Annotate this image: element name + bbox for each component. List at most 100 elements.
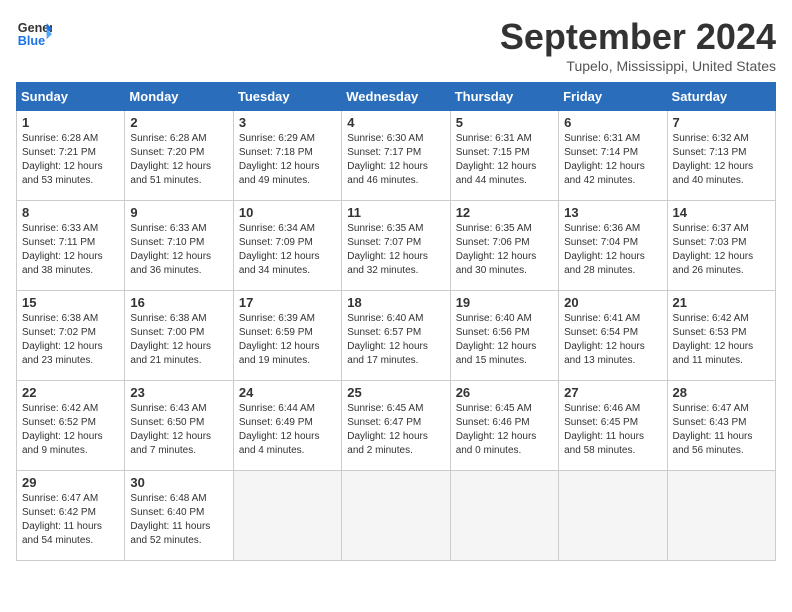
cell-info-line: Daylight: 11 hours: [673, 430, 770, 444]
cell-info-line: Sunset: 6:54 PM: [564, 326, 661, 340]
svg-text:Blue: Blue: [18, 34, 45, 48]
cell-info-line: Sunset: 7:13 PM: [673, 146, 770, 160]
cell-info-line: and 23 minutes.: [22, 354, 119, 368]
cell-info-line: Sunrise: 6:40 AM: [347, 312, 444, 326]
cell-info-line: Sunset: 7:06 PM: [456, 236, 553, 250]
cell-info-line: Daylight: 12 hours: [564, 250, 661, 264]
cell-info-line: Sunrise: 6:41 AM: [564, 312, 661, 326]
day-number: 20: [564, 295, 661, 310]
calendar-cell: 9Sunrise: 6:33 AMSunset: 7:10 PMDaylight…: [125, 201, 233, 291]
title-area: September 2024 Tupelo, Mississippi, Unit…: [500, 16, 776, 74]
cell-info-line: Sunrise: 6:42 AM: [22, 402, 119, 416]
cell-info-line: Sunrise: 6:34 AM: [239, 222, 336, 236]
cell-info-line: Daylight: 12 hours: [456, 250, 553, 264]
cell-info-line: and 0 minutes.: [456, 444, 553, 458]
day-of-week-header: Thursday: [450, 83, 558, 111]
cell-info-line: Daylight: 12 hours: [564, 160, 661, 174]
day-number: 26: [456, 385, 553, 400]
cell-info-line: Sunset: 6:53 PM: [673, 326, 770, 340]
cell-info-line: Daylight: 12 hours: [456, 430, 553, 444]
cell-info-line: Sunrise: 6:33 AM: [130, 222, 227, 236]
day-number: 9: [130, 205, 227, 220]
cell-info-line: Sunset: 6:59 PM: [239, 326, 336, 340]
cell-info-line: Sunset: 7:14 PM: [564, 146, 661, 160]
calendar-cell: 14Sunrise: 6:37 AMSunset: 7:03 PMDayligh…: [667, 201, 775, 291]
cell-info-line: Daylight: 11 hours: [130, 520, 227, 534]
cell-info-line: Sunrise: 6:38 AM: [22, 312, 119, 326]
cell-info-line: Sunrise: 6:33 AM: [22, 222, 119, 236]
calendar-cell: 17Sunrise: 6:39 AMSunset: 6:59 PMDayligh…: [233, 291, 341, 381]
cell-info-line: Daylight: 11 hours: [564, 430, 661, 444]
day-number: 18: [347, 295, 444, 310]
day-of-week-header: Monday: [125, 83, 233, 111]
calendar-week-row: 29Sunrise: 6:47 AMSunset: 6:42 PMDayligh…: [17, 471, 776, 561]
cell-info-line: and 19 minutes.: [239, 354, 336, 368]
cell-info-line: Daylight: 12 hours: [347, 250, 444, 264]
cell-info-line: Daylight: 12 hours: [347, 340, 444, 354]
calendar-cell: 4Sunrise: 6:30 AMSunset: 7:17 PMDaylight…: [342, 111, 450, 201]
day-number: 2: [130, 115, 227, 130]
cell-info-line: Sunrise: 6:30 AM: [347, 132, 444, 146]
cell-info-line: and 17 minutes.: [347, 354, 444, 368]
calendar-cell: 12Sunrise: 6:35 AMSunset: 7:06 PMDayligh…: [450, 201, 558, 291]
cell-info-line: Daylight: 12 hours: [673, 160, 770, 174]
cell-info-line: Sunset: 7:03 PM: [673, 236, 770, 250]
calendar-cell: 7Sunrise: 6:32 AMSunset: 7:13 PMDaylight…: [667, 111, 775, 201]
cell-info-line: and 13 minutes.: [564, 354, 661, 368]
cell-info-line: and 34 minutes.: [239, 264, 336, 278]
day-number: 14: [673, 205, 770, 220]
cell-info-line: Sunrise: 6:35 AM: [347, 222, 444, 236]
calendar-cell: [559, 471, 667, 561]
cell-info-line: and 9 minutes.: [22, 444, 119, 458]
calendar-week-row: 8Sunrise: 6:33 AMSunset: 7:11 PMDaylight…: [17, 201, 776, 291]
cell-info-line: and 46 minutes.: [347, 174, 444, 188]
cell-info-line: and 38 minutes.: [22, 264, 119, 278]
cell-info-line: Daylight: 12 hours: [564, 340, 661, 354]
cell-info-line: Daylight: 12 hours: [456, 340, 553, 354]
calendar-cell: 23Sunrise: 6:43 AMSunset: 6:50 PMDayligh…: [125, 381, 233, 471]
cell-info-line: Sunset: 7:18 PM: [239, 146, 336, 160]
calendar-table: SundayMondayTuesdayWednesdayThursdayFrid…: [16, 82, 776, 561]
day-number: 16: [130, 295, 227, 310]
cell-info-line: Sunrise: 6:40 AM: [456, 312, 553, 326]
calendar-week-row: 15Sunrise: 6:38 AMSunset: 7:02 PMDayligh…: [17, 291, 776, 381]
cell-info-line: Sunrise: 6:36 AM: [564, 222, 661, 236]
day-number: 15: [22, 295, 119, 310]
logo-icon: General Blue: [16, 16, 52, 52]
cell-info-line: Sunset: 6:52 PM: [22, 416, 119, 430]
cell-info-line: and 58 minutes.: [564, 444, 661, 458]
cell-info-line: Sunset: 6:40 PM: [130, 506, 227, 520]
day-number: 21: [673, 295, 770, 310]
day-of-week-header: Friday: [559, 83, 667, 111]
day-of-week-header: Wednesday: [342, 83, 450, 111]
day-number: 19: [456, 295, 553, 310]
cell-info-line: and 51 minutes.: [130, 174, 227, 188]
day-number: 3: [239, 115, 336, 130]
cell-info-line: Daylight: 12 hours: [22, 340, 119, 354]
cell-info-line: Sunrise: 6:47 AM: [22, 492, 119, 506]
calendar-cell: 10Sunrise: 6:34 AMSunset: 7:09 PMDayligh…: [233, 201, 341, 291]
day-number: 8: [22, 205, 119, 220]
calendar-cell: 1Sunrise: 6:28 AMSunset: 7:21 PMDaylight…: [17, 111, 125, 201]
calendar-cell: 5Sunrise: 6:31 AMSunset: 7:15 PMDaylight…: [450, 111, 558, 201]
cell-info-line: Sunrise: 6:45 AM: [347, 402, 444, 416]
day-number: 24: [239, 385, 336, 400]
cell-info-line: Sunrise: 6:37 AM: [673, 222, 770, 236]
calendar-header-row: SundayMondayTuesdayWednesdayThursdayFrid…: [17, 83, 776, 111]
calendar-cell: 11Sunrise: 6:35 AMSunset: 7:07 PMDayligh…: [342, 201, 450, 291]
calendar-cell: [450, 471, 558, 561]
calendar-cell: 30Sunrise: 6:48 AMSunset: 6:40 PMDayligh…: [125, 471, 233, 561]
cell-info-line: Daylight: 12 hours: [130, 160, 227, 174]
calendar-cell: 26Sunrise: 6:45 AMSunset: 6:46 PMDayligh…: [450, 381, 558, 471]
cell-info-line: Daylight: 12 hours: [456, 160, 553, 174]
day-number: 29: [22, 475, 119, 490]
cell-info-line: Sunset: 7:07 PM: [347, 236, 444, 250]
cell-info-line: Sunrise: 6:48 AM: [130, 492, 227, 506]
cell-info-line: Sunrise: 6:32 AM: [673, 132, 770, 146]
cell-info-line: Sunrise: 6:44 AM: [239, 402, 336, 416]
cell-info-line: Sunrise: 6:46 AM: [564, 402, 661, 416]
calendar-cell: 16Sunrise: 6:38 AMSunset: 7:00 PMDayligh…: [125, 291, 233, 381]
calendar-cell: 27Sunrise: 6:46 AMSunset: 6:45 PMDayligh…: [559, 381, 667, 471]
cell-info-line: Sunrise: 6:29 AM: [239, 132, 336, 146]
cell-info-line: Daylight: 11 hours: [22, 520, 119, 534]
